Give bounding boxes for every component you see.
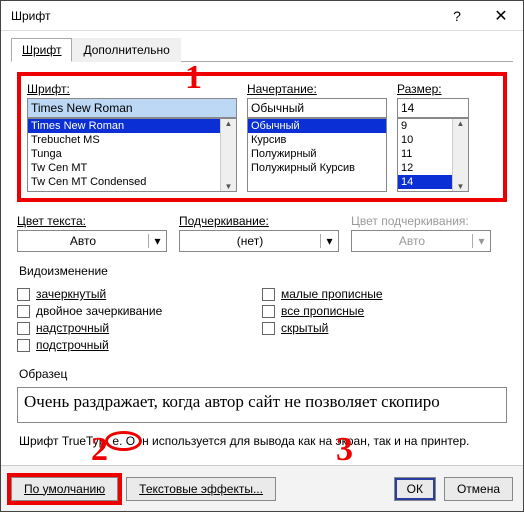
font-input[interactable] (27, 98, 237, 118)
effects-title: Видоизменение (19, 264, 507, 278)
chevron-down-icon: ▾ (472, 234, 490, 248)
list-item[interactable]: Tw Cen MT (28, 161, 236, 175)
close-button[interactable]: ✕ (479, 1, 523, 31)
cb-smallcaps[interactable]: малые прописные (262, 287, 507, 301)
titlebar: Шрифт ? ✕ (1, 1, 523, 31)
cancel-button[interactable]: Отмена (444, 477, 513, 501)
font-color-label: Цвет текста: (17, 214, 167, 228)
list-item[interactable]: Полужирный Курсив (248, 161, 386, 175)
font-dialog: Шрифт ? ✕ Шрифт Дополнительно 1 Шрифт: T… (0, 0, 524, 512)
underline-color-combo: Авто▾ (351, 230, 491, 252)
size-input[interactable] (397, 98, 469, 118)
font-color-combo[interactable]: Авто▾ (17, 230, 167, 252)
size-label: Размер: (397, 82, 469, 96)
cb-hidden[interactable]: скрытый (262, 321, 507, 335)
default-button[interactable]: По умолчанию (11, 477, 118, 501)
list-item[interactable]: Tunga (28, 147, 236, 161)
underline-label: Подчеркивание: (179, 214, 339, 228)
cb-strike[interactable]: зачеркнутый (17, 287, 262, 301)
list-item[interactable]: Trebuchet MS (28, 133, 236, 147)
cb-subscript[interactable]: подстрочный (17, 338, 262, 352)
tab-font[interactable]: Шрифт (11, 38, 72, 62)
sample-title: Образец (19, 367, 507, 381)
underline-combo[interactable]: (нет)▾ (179, 230, 339, 252)
tab-strip: Шрифт Дополнительно 1 (1, 31, 523, 61)
font-label: Шрифт: (27, 82, 237, 96)
window-title: Шрифт (1, 9, 435, 23)
tab-advanced[interactable]: Дополнительно (72, 38, 180, 62)
cb-dblstrike[interactable]: двойное зачеркивание (17, 304, 262, 318)
annotation-ellipse: e. О (105, 431, 142, 451)
style-label: Начертание: (247, 82, 387, 96)
cb-superscript[interactable]: надстрочный (17, 321, 262, 335)
dialog-footer: По умолчанию Текстовые эффекты... ОК Отм… (1, 465, 523, 511)
scrollbar[interactable]: ▲▼ (452, 119, 468, 191)
chevron-down-icon: ▾ (148, 234, 166, 248)
list-item[interactable]: Полужирный (248, 147, 386, 161)
scrollbar[interactable]: ▲▼ (220, 119, 236, 191)
style-input[interactable] (247, 98, 387, 118)
list-item[interactable]: Times New Roman (28, 119, 236, 133)
annotation-3: 3 (336, 431, 353, 469)
list-item[interactable]: Tw Cen MT Condensed (28, 175, 236, 189)
ok-button[interactable]: ОК (394, 477, 436, 501)
text-effects-button[interactable]: Текстовые эффекты... (126, 477, 276, 501)
annotation-2: 2 (91, 431, 108, 469)
cb-allcaps[interactable]: все прописные (262, 304, 507, 318)
list-item[interactable]: Обычный (248, 119, 386, 133)
list-item[interactable]: Курсив (248, 133, 386, 147)
font-list[interactable]: Times New Roman Trebuchet MS Tunga Tw Ce… (27, 118, 237, 192)
tab-panel: Шрифт: Times New Roman Trebuchet MS Tung… (11, 61, 513, 465)
size-list[interactable]: 9 10 11 12 14 ▲▼ (397, 118, 469, 192)
style-list[interactable]: Обычный Курсив Полужирный Полужирный Кур… (247, 118, 387, 192)
annotation-box-1: Шрифт: Times New Roman Trebuchet MS Tung… (17, 72, 507, 202)
underline-color-label: Цвет подчеркивания: (351, 214, 491, 228)
effects-group: зачеркнутый двойное зачеркивание надстро… (17, 284, 507, 355)
help-button[interactable]: ? (435, 1, 479, 31)
annotation-1: 1 (185, 59, 202, 97)
sample-preview: Очень раздражает, когда автор сайт не по… (17, 387, 507, 423)
chevron-down-icon: ▾ (320, 234, 338, 248)
